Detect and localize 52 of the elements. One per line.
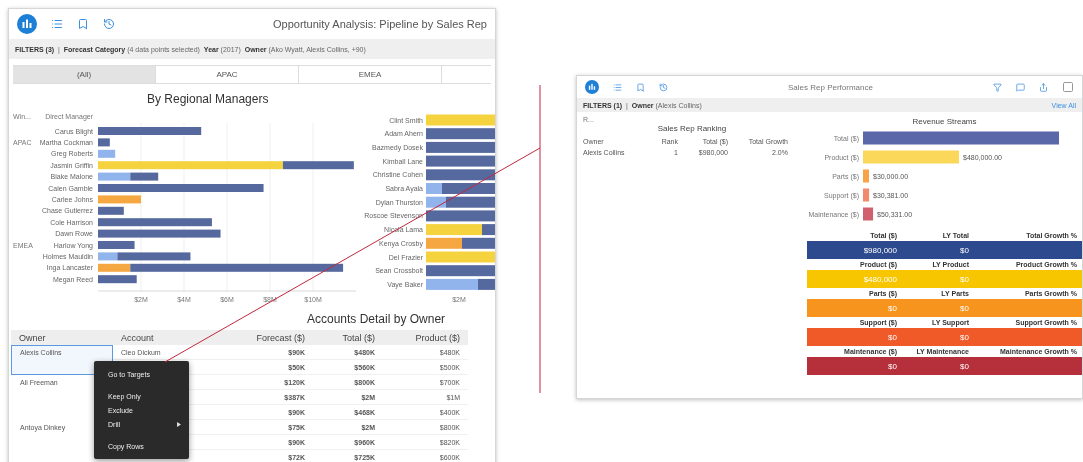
bar[interactable] bbox=[863, 131, 1059, 145]
kpi-value: $480,000 bbox=[862, 274, 897, 284]
bar[interactable] bbox=[98, 172, 131, 181]
kpi-value: $0 bbox=[959, 332, 969, 342]
bar[interactable] bbox=[130, 263, 344, 272]
kpi-value: $980,000 bbox=[862, 245, 897, 255]
bar[interactable] bbox=[98, 206, 124, 215]
filter-icon[interactable] bbox=[993, 82, 1002, 92]
bar[interactable] bbox=[282, 161, 354, 170]
bar[interactable] bbox=[98, 275, 137, 284]
share-icon[interactable] bbox=[1039, 82, 1048, 92]
list-icon[interactable] bbox=[613, 82, 622, 92]
kpi-value: $0 bbox=[887, 332, 897, 342]
bar[interactable] bbox=[863, 188, 870, 202]
bar[interactable] bbox=[98, 138, 110, 147]
bar[interactable] bbox=[130, 172, 159, 181]
bookmark-icon[interactable] bbox=[77, 18, 89, 30]
bar[interactable] bbox=[98, 263, 131, 272]
column-header[interactable]: Product ($) bbox=[383, 330, 468, 345]
window-title: Sales Rep Performance bbox=[787, 82, 874, 92]
kpi-value: $0 bbox=[959, 361, 969, 371]
table-title: Accounts Detail by Owner bbox=[307, 312, 447, 326]
kpi-value: $0 bbox=[959, 303, 969, 313]
history-icon[interactable] bbox=[103, 18, 115, 30]
bar[interactable] bbox=[863, 207, 874, 221]
square-icon[interactable] bbox=[1062, 81, 1074, 93]
bar[interactable] bbox=[98, 241, 135, 249]
kpi-value: $0 bbox=[959, 274, 969, 284]
history-icon[interactable] bbox=[659, 82, 668, 92]
window-title: Opportunity Analysis: Pipeline by Sales Rep bbox=[272, 18, 487, 30]
kpi-value: $0 bbox=[887, 361, 897, 371]
kpi-value: $0 bbox=[887, 303, 897, 313]
column-header[interactable]: Total ($) bbox=[313, 330, 383, 345]
bar[interactable] bbox=[98, 149, 116, 158]
bar[interactable] bbox=[117, 252, 191, 261]
bar[interactable] bbox=[98, 252, 118, 261]
list-icon[interactable] bbox=[51, 18, 63, 30]
app-logo-icon[interactable] bbox=[585, 80, 599, 94]
region-tab[interactable]: (All) bbox=[13, 66, 156, 83]
bar[interactable] bbox=[98, 218, 212, 227]
bookmark-icon[interactable] bbox=[636, 82, 645, 92]
bar[interactable] bbox=[98, 229, 221, 238]
kpi-value: $0 bbox=[959, 245, 969, 255]
caret-icon bbox=[177, 421, 181, 427]
app-logo-icon[interactable] bbox=[17, 14, 37, 34]
column-header[interactable]: Account bbox=[113, 330, 233, 345]
chart-title: By Regional Managers bbox=[147, 92, 270, 107]
comment-icon[interactable] bbox=[1016, 82, 1025, 92]
panel-title: Sales Rep Ranking bbox=[656, 124, 728, 135]
column-header[interactable]: Owner bbox=[11, 330, 113, 345]
panel-title: Revenue Streams bbox=[911, 117, 978, 128]
column-header[interactable]: Forecast ($) bbox=[233, 330, 313, 345]
